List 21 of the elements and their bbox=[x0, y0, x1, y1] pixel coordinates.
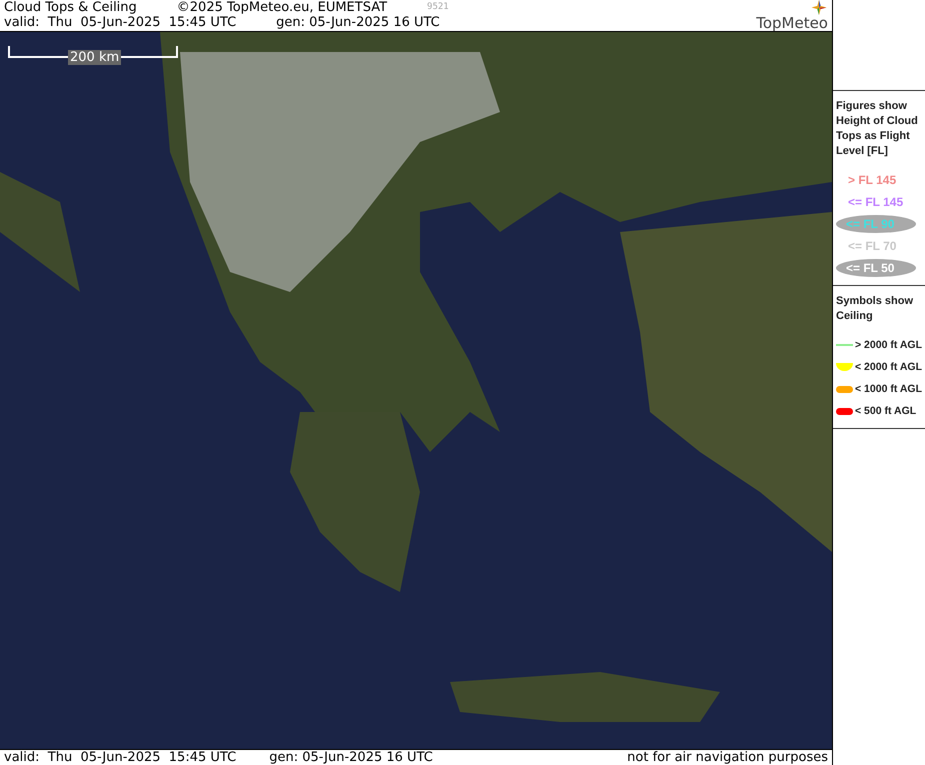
scale-label: 200 km bbox=[68, 50, 122, 65]
image-code: 9521 bbox=[427, 1, 449, 14]
ceiling-legend-label: < 2000 ft AGL bbox=[855, 361, 922, 373]
legend-title: Figures show Height of Cloud Tops as Flight Level [FL] bbox=[836, 99, 919, 159]
flight-level-legend-item: <= FL 90 bbox=[846, 217, 894, 231]
flight-level-legend-item: <= FL 145 bbox=[848, 195, 904, 209]
compass-star-icon bbox=[810, 0, 828, 15]
generated-time: gen: 05-Jun-2025 16 UTC bbox=[269, 750, 433, 765]
ceiling-legend-label: > 2000 ft AGL bbox=[855, 339, 922, 351]
valid-time: valid: Thu 05-Jun-2025 15:45 UTC bbox=[4, 750, 236, 765]
logo-text: TopMeteo bbox=[756, 16, 828, 31]
copyright-text: ©2025 TopMeteo.eu, EUMETSAT bbox=[176, 0, 388, 15]
legend-title: Symbols show Ceiling bbox=[836, 294, 914, 324]
generated-time: gen: 05-Jun-2025 16 UTC bbox=[276, 15, 440, 30]
chart-title: Cloud Tops & Ceiling bbox=[4, 0, 137, 15]
flight-level-legend-item: > FL 145 bbox=[848, 173, 896, 187]
flight-level-legend-item: <= FL 50 bbox=[846, 261, 894, 275]
valid-time: valid: Thu 05-Jun-2025 15:45 UTC bbox=[4, 15, 236, 30]
ceiling-legend-label: < 500 ft AGL bbox=[855, 405, 916, 417]
disclaimer-text: not for air navigation purposes bbox=[627, 750, 828, 765]
ceiling-legend-label: < 1000 ft AGL bbox=[855, 383, 922, 395]
